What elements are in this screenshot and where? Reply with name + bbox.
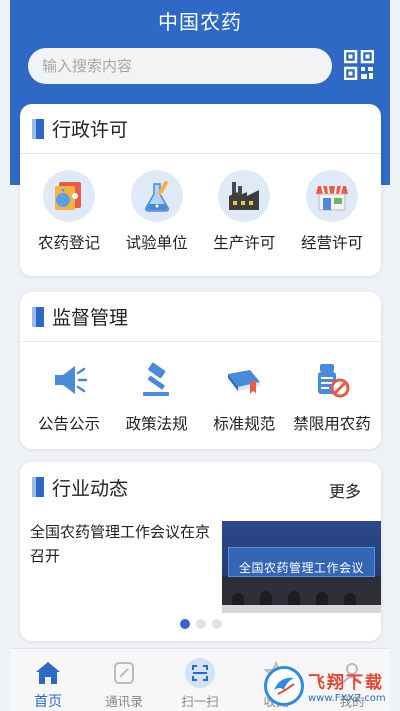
carousel-dot[interactable]	[195, 619, 206, 629]
contacts-icon	[114, 662, 134, 684]
search-bar[interactable]	[28, 48, 332, 84]
grid-label: 农药登记	[37, 234, 100, 252]
book-mark-icon	[32, 477, 44, 497]
store-icon	[305, 170, 358, 222]
book-mark-icon	[32, 306, 44, 327]
section-title: 行业动态	[52, 477, 129, 500]
news-image[interactable]: 全国农药管理工作会议	[222, 521, 381, 613]
grid-item-banned-pesticides[interactable]: 禁限用农药	[289, 360, 375, 434]
gavel-icon	[142, 362, 169, 396]
banned-pesticide-icon	[317, 364, 350, 398]
app-title: 中国农药	[158, 10, 242, 34]
watermark-url: www.FXXZ.com	[308, 692, 386, 704]
grid-label: 生产许可	[213, 234, 276, 252]
grid-label: 禁限用农药	[293, 415, 371, 433]
grid-item-announcements[interactable]: 公告公示	[26, 360, 112, 434]
grid-label: 试验单位	[125, 234, 188, 252]
book-mark-icon	[32, 118, 44, 139]
tab-scan[interactable]: 扫一扫	[165, 649, 235, 711]
card-header: 行业动态	[20, 462, 381, 512]
grid-item-policies-regulations[interactable]: 政策法规	[114, 360, 200, 434]
watermark-title: 飞翔下载	[308, 672, 384, 693]
news-headline[interactable]: 全国农药管理工作会议在京召开	[30, 520, 220, 568]
grid-item-test-unit[interactable]: 试验单位	[114, 170, 200, 253]
grid-label: 标准规范	[213, 415, 276, 433]
pesticide-registration-icon	[43, 170, 95, 222]
grid-item-production-license[interactable]: 生产许可	[201, 170, 287, 253]
grid-label: 公告公示	[37, 415, 100, 433]
section-title: 行政许可	[52, 119, 129, 141]
lab-flask-icon	[130, 170, 183, 222]
tab-label: 首页	[34, 694, 62, 710]
search-input[interactable]	[42, 57, 312, 75]
card-header: 行政许可	[20, 104, 381, 154]
more-link[interactable]: 更多	[329, 478, 361, 502]
tab-home[interactable]: 首页	[13, 649, 83, 711]
tab-label: 通讯录	[105, 694, 143, 709]
card-header: 监督管理	[20, 292, 381, 342]
carousel-dot[interactable]	[179, 619, 190, 629]
grid-item-pesticide-registration[interactable]: 农药登记	[26, 170, 112, 253]
carousel-indicator	[20, 619, 381, 629]
industry-news-card: 行业动态 更多 全国农药管理工作会议在京召开 全国农药管理工作会议	[20, 462, 381, 641]
carousel-dot[interactable]	[211, 619, 222, 629]
grid-item-business-license[interactable]: 经营许可	[289, 170, 375, 253]
grid-label: 政策法规	[125, 415, 188, 433]
section-title: 监督管理	[52, 307, 129, 329]
tab-label: 扫一扫	[181, 694, 219, 709]
qr-code-icon[interactable]	[344, 50, 374, 80]
supervision-card: 监督管理 公告公示 政策法规 标准规范 禁限用农药	[20, 292, 381, 449]
tab-contacts[interactable]: 通讯录	[89, 649, 159, 711]
grid-item-standards[interactable]: 标准规范	[201, 360, 287, 434]
watermark: 飞翔下载 www.FXXZ.com	[264, 660, 400, 711]
home-icon	[36, 662, 60, 684]
book-icon	[228, 370, 261, 394]
megaphone-icon	[55, 366, 88, 394]
grid-label: 经营许可	[300, 234, 363, 252]
admin-license-card: 行政许可 农药登记 试验单位 生产许可 经营许可	[20, 104, 381, 276]
scan-icon	[185, 658, 215, 688]
news-image-caption: 全国农药管理工作会议	[238, 561, 364, 575]
factory-icon	[218, 170, 271, 222]
watermark-logo-icon	[264, 665, 304, 706]
